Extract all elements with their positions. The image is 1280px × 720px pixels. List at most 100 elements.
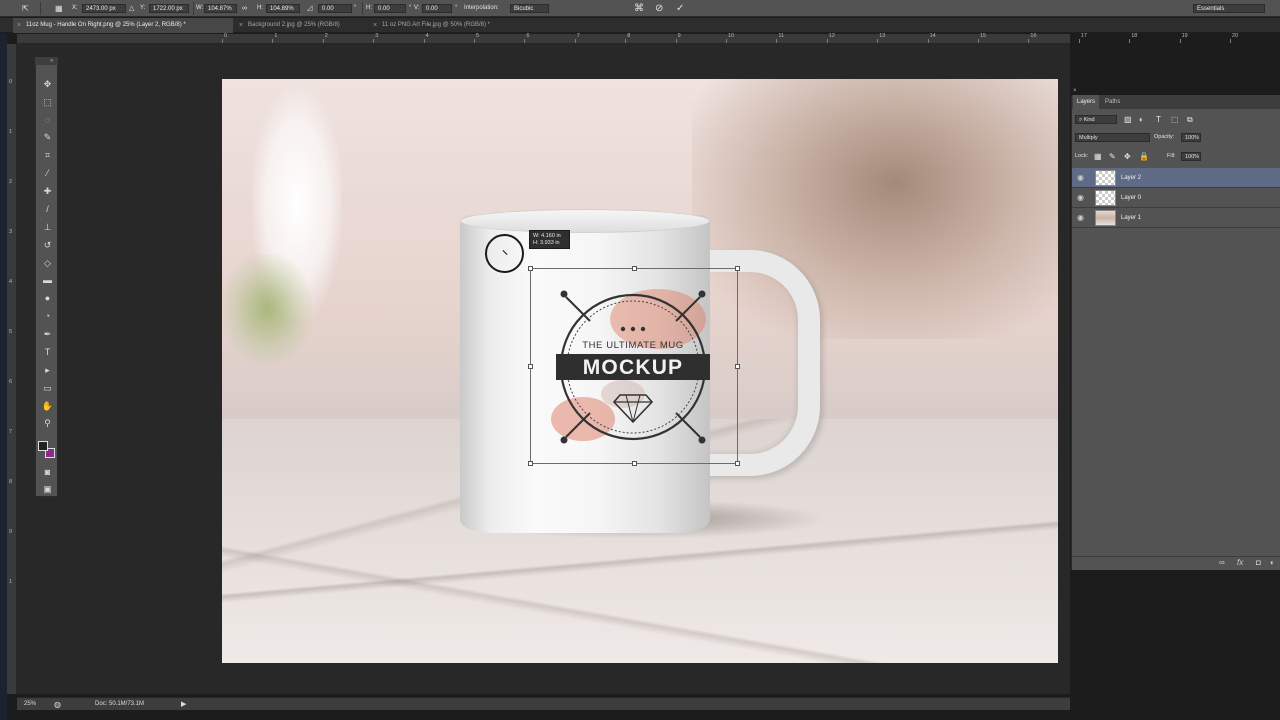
tab-background-2[interactable]: × Background 2.jpg @ 25% (RGB/8) bbox=[235, 18, 365, 33]
transform-handle-bottom-right[interactable] bbox=[735, 461, 740, 466]
collapse-icon[interactable]: » bbox=[50, 58, 53, 64]
filter-type-icon[interactable]: T bbox=[1156, 115, 1161, 124]
lock-position-icon[interactable]: ✥ bbox=[1124, 152, 1131, 161]
transform-handle-right[interactable] bbox=[735, 364, 740, 369]
ruler-top[interactable]: 0 1 2 3 4 5 6 7 8 9 10 11 12 13 14 15 16 17 18 19 20 bbox=[17, 33, 1238, 44]
close-icon[interactable]: × bbox=[17, 18, 21, 33]
screen-mode-icon[interactable]: ▣ bbox=[40, 482, 55, 496]
transform-handle-top-left[interactable] bbox=[528, 266, 533, 271]
interpolation-label: Interpolation: bbox=[464, 5, 499, 11]
commit-transform-icon[interactable]: ✓ bbox=[676, 0, 684, 17]
dodge-tool-icon[interactable]: ◔ bbox=[40, 309, 55, 323]
foreground-color-swatch[interactable] bbox=[38, 441, 48, 451]
height-field[interactable]: 104.89% bbox=[266, 4, 300, 13]
layer-effects-icon[interactable]: fx bbox=[1237, 558, 1243, 567]
tools-panel-header[interactable]: » bbox=[35, 57, 58, 65]
warp-icon[interactable]: ⌘ bbox=[634, 0, 644, 17]
reference-point-icon[interactable]: ▦ bbox=[55, 0, 63, 17]
ruler-tick bbox=[978, 39, 979, 43]
canvas-area[interactable]: THE ULTIMATE MUG MOCKUP W: 4.160 in H: 3… bbox=[17, 44, 1070, 694]
visibility-eye-icon[interactable]: ◉ bbox=[1077, 213, 1084, 222]
blend-mode-select[interactable]: Multiply bbox=[1075, 133, 1150, 142]
lock-all-icon[interactable]: 🔒 bbox=[1139, 152, 1149, 161]
move-tool-icon[interactable]: ✥ bbox=[40, 77, 55, 91]
filter-kind-select[interactable]: ⌕ Kind bbox=[1075, 115, 1117, 124]
delta-icon[interactable]: △ bbox=[129, 0, 134, 17]
status-menu-arrow-icon[interactable]: ▶ bbox=[181, 698, 186, 711]
fill-field[interactable]: 100% bbox=[1181, 152, 1201, 161]
rotate-field[interactable]: 0.00 bbox=[318, 4, 352, 13]
visibility-eye-icon[interactable]: ◉ bbox=[1077, 193, 1084, 202]
tab-layers[interactable]: Layers bbox=[1073, 95, 1100, 109]
add-mask-icon[interactable]: ◘ bbox=[1256, 558, 1261, 567]
quick-mask-icon[interactable]: ◙ bbox=[40, 465, 55, 479]
ruler-left[interactable]: 0 1 2 3 4 5 6 7 8 9 1 bbox=[7, 44, 17, 694]
zoom-tool-icon[interactable]: ⚲ bbox=[40, 416, 55, 430]
quick-select-tool-icon[interactable]: ✎ bbox=[40, 130, 55, 144]
gradient-tool-icon[interactable]: ▬ bbox=[40, 273, 55, 287]
vskew-field[interactable]: 0.00 bbox=[422, 4, 452, 13]
path-selection-tool-icon[interactable]: ▸ bbox=[40, 363, 55, 377]
filter-shape-icon[interactable]: ⬚ bbox=[1171, 115, 1179, 124]
layer-row-layer-1[interactable]: ◉ Layer 1 bbox=[1072, 208, 1280, 228]
y-field[interactable]: 1722.00 px bbox=[149, 4, 189, 13]
tool-preset-icon[interactable]: ⇱ bbox=[22, 0, 29, 17]
ruler-label: 10 bbox=[728, 33, 735, 39]
opacity-field[interactable]: 100% bbox=[1181, 133, 1201, 142]
eyedropper-tool-icon[interactable]: ⁄ bbox=[40, 166, 55, 180]
tab-art-file[interactable]: × 11 oz PNG Art File.jpg @ 50% (RGB/8) * bbox=[369, 18, 519, 33]
workspace-select[interactable]: Essentials bbox=[1193, 4, 1265, 13]
info-icon[interactable]: ◍ bbox=[54, 698, 61, 711]
free-transform-box[interactable] bbox=[528, 266, 740, 466]
document-canvas[interactable]: THE ULTIMATE MUG MOCKUP W: 4.160 in H: 3… bbox=[222, 79, 1058, 663]
ruler-label: 11 bbox=[778, 33, 785, 39]
history-brush-tool-icon[interactable]: ↺ bbox=[40, 238, 55, 252]
hskew-label: H: bbox=[366, 5, 372, 11]
close-icon[interactable]: × bbox=[373, 18, 377, 33]
healing-brush-tool-icon[interactable]: ✚ bbox=[40, 184, 55, 198]
layer-row-layer-0[interactable]: ◉ Layer 0 bbox=[1072, 188, 1280, 208]
lasso-tool-icon[interactable]: ◌ bbox=[40, 113, 55, 127]
type-tool-icon[interactable]: T bbox=[40, 345, 55, 359]
link-icon[interactable]: ∞ bbox=[242, 0, 247, 17]
transform-handle-left[interactable] bbox=[528, 364, 533, 369]
ruler-tick bbox=[1230, 39, 1231, 43]
layer-row-layer-2[interactable]: ◉ Layer 2 bbox=[1072, 168, 1280, 188]
width-field[interactable]: 104.87% bbox=[204, 4, 237, 13]
marquee-tool-icon[interactable]: ⬚ bbox=[40, 95, 55, 109]
interpolation-select[interactable]: Bicubic bbox=[510, 4, 549, 13]
hskew-field[interactable]: 0.00 bbox=[374, 4, 406, 13]
transform-handle-top[interactable] bbox=[632, 266, 637, 271]
transform-handle-bottom-left[interactable] bbox=[528, 461, 533, 466]
crop-tool-icon[interactable]: ⌗ bbox=[40, 148, 55, 162]
brush-tool-icon[interactable]: / bbox=[40, 202, 55, 216]
filter-smart-object-icon[interactable]: ⧉ bbox=[1187, 115, 1193, 124]
transform-handle-bottom[interactable] bbox=[632, 461, 637, 466]
shape-tool-icon[interactable]: ▭ bbox=[40, 381, 55, 395]
tools-panel: ✥ ⬚ ◌ ✎ ⌗ ⁄ ✚ / ⊥ ↺ ◇ ▬ ● ◔ ✒ T ▸ ▭ ✋ ⚲ … bbox=[35, 57, 58, 497]
pen-tool-icon[interactable]: ✒ bbox=[40, 327, 55, 341]
transform-handle-top-right[interactable] bbox=[735, 266, 740, 271]
layer-thumbnail bbox=[1095, 170, 1116, 186]
eraser-tool-icon[interactable]: ◇ bbox=[40, 256, 55, 270]
lock-pixels-icon[interactable]: ✎ bbox=[1109, 152, 1116, 161]
lock-transparent-icon[interactable]: ▦ bbox=[1094, 152, 1102, 161]
tab-paths[interactable]: Paths bbox=[1101, 95, 1124, 109]
adjustment-layer-icon[interactable]: ◐ bbox=[1270, 558, 1275, 567]
tab-mug-document[interactable]: × 11oz Mug - Handle On Right.png @ 25% (… bbox=[13, 18, 233, 33]
filter-pixel-icon[interactable]: ▨ bbox=[1124, 115, 1132, 124]
tooltip-height: H: 3.933 in bbox=[533, 240, 560, 246]
ruler-tick bbox=[574, 39, 576, 43]
cancel-transform-icon[interactable]: ⊘ bbox=[655, 0, 663, 17]
hand-tool-icon[interactable]: ✋ bbox=[40, 399, 55, 413]
x-field[interactable]: 2473.00 px bbox=[82, 4, 126, 13]
link-layers-icon[interactable]: ∞ bbox=[1219, 558, 1225, 567]
vskew-label: V: bbox=[414, 5, 420, 11]
clone-stamp-tool-icon[interactable]: ⊥ bbox=[40, 220, 55, 234]
zoom-level[interactable]: 25% bbox=[24, 698, 36, 711]
filter-adjustment-icon[interactable]: ◐ bbox=[1139, 115, 1144, 124]
close-icon[interactable]: × bbox=[1073, 88, 1077, 94]
visibility-eye-icon[interactable]: ◉ bbox=[1077, 173, 1084, 182]
close-icon[interactable]: × bbox=[239, 18, 243, 33]
blur-tool-icon[interactable]: ● bbox=[40, 291, 55, 305]
